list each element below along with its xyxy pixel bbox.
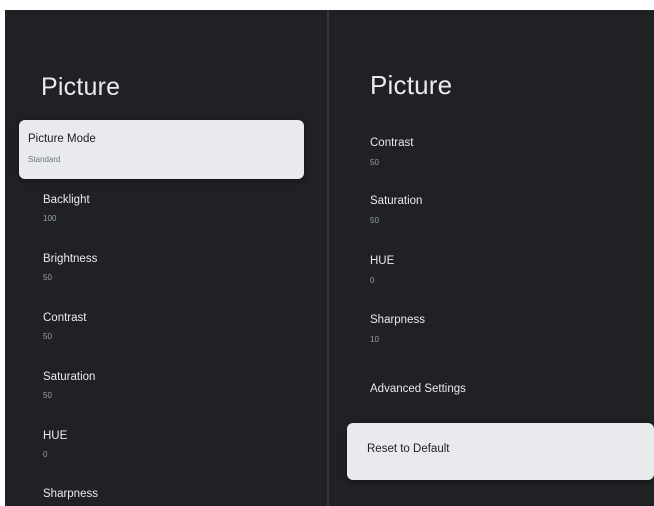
contrast-item[interactable]: Contrast 50 bbox=[19, 304, 304, 354]
submenu-contrast-value: 50 bbox=[370, 158, 379, 167]
panel-divider bbox=[327, 10, 329, 506]
reset-to-default-label: Reset to Default bbox=[367, 443, 450, 455]
hue-label: HUE bbox=[43, 430, 68, 442]
backlight-label: Backlight bbox=[43, 194, 90, 206]
saturation-label: Saturation bbox=[43, 371, 96, 383]
submenu-saturation-item[interactable]: Saturation 50 bbox=[340, 187, 650, 237]
submenu-sharpness-label: Sharpness bbox=[370, 314, 425, 326]
picture-mode-label: Picture Mode bbox=[28, 133, 96, 145]
picture-submenu-title: Picture bbox=[370, 70, 453, 100]
submenu-saturation-label: Saturation bbox=[370, 195, 423, 207]
submenu-hue-label: HUE bbox=[370, 255, 395, 267]
submenu-saturation-value: 50 bbox=[370, 216, 379, 225]
submenu-hue-item[interactable]: HUE 0 bbox=[340, 246, 650, 296]
backlight-value: 100 bbox=[43, 214, 57, 223]
brightness-item[interactable]: Brightness 50 bbox=[19, 245, 304, 295]
sharpness-label: Sharpness bbox=[43, 488, 98, 500]
contrast-value: 50 bbox=[43, 332, 52, 341]
submenu-hue-value: 0 bbox=[370, 276, 375, 285]
reset-to-default-button[interactable]: Reset to Default bbox=[347, 423, 654, 480]
brightness-value: 50 bbox=[43, 273, 52, 282]
saturation-value: 50 bbox=[43, 391, 52, 400]
picture-menu-title: Picture bbox=[41, 73, 121, 101]
advanced-settings-label: Advanced Settings bbox=[370, 383, 466, 395]
submenu-contrast-item[interactable]: Contrast 50 bbox=[340, 128, 650, 178]
tv-settings-screen: Picture Picture Mode Standard Backlight … bbox=[5, 10, 654, 506]
picture-mode-item[interactable]: Picture Mode Standard bbox=[19, 120, 304, 179]
picture-menu-panel: Picture Picture Mode Standard Backlight … bbox=[5, 10, 325, 506]
sharpness-item[interactable]: Sharpness bbox=[19, 481, 304, 506]
submenu-contrast-label: Contrast bbox=[370, 137, 414, 149]
contrast-label: Contrast bbox=[43, 312, 87, 324]
backlight-item[interactable]: Backlight 100 bbox=[19, 186, 304, 236]
advanced-settings-item[interactable]: Advanced Settings bbox=[340, 370, 650, 410]
picture-submenu-panel: Picture Contrast 50 Saturation 50 HUE 0 … bbox=[330, 10, 654, 506]
submenu-sharpness-value: 10 bbox=[370, 335, 379, 344]
hue-item[interactable]: HUE 0 bbox=[19, 422, 304, 472]
picture-mode-value: Standard bbox=[28, 155, 61, 164]
hue-value: 0 bbox=[43, 450, 48, 459]
saturation-item[interactable]: Saturation 50 bbox=[19, 363, 304, 413]
submenu-sharpness-item[interactable]: Sharpness 10 bbox=[340, 305, 650, 355]
brightness-label: Brightness bbox=[43, 253, 98, 265]
